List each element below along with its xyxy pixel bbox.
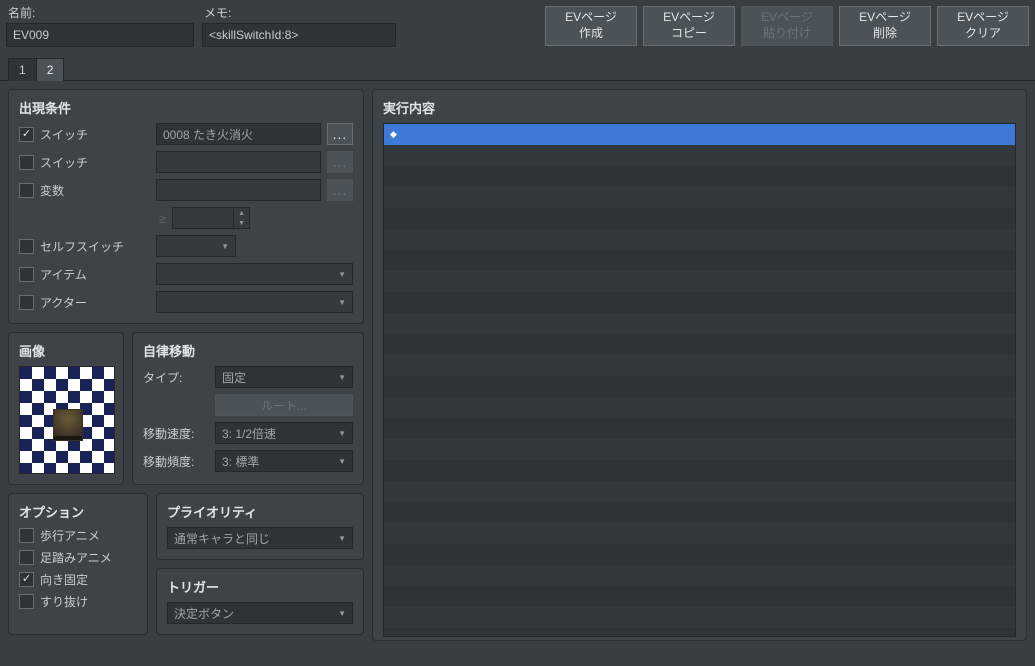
exec-row[interactable] (384, 334, 1015, 355)
walk-anim-checkbox[interactable] (19, 528, 34, 543)
trigger-title: トリガー (167, 577, 353, 596)
switch2-browse-button: ... (327, 151, 353, 173)
options-title: オプション (19, 502, 137, 521)
dir-fix-label: 向き固定 (40, 571, 88, 588)
variable-browse-button: ... (327, 179, 353, 201)
sprite-preview (53, 409, 83, 441)
move-speed-dropdown[interactable]: 3: 1/2倍速 (215, 422, 353, 444)
switch1-value[interactable]: 0008 たき火消火 (156, 123, 321, 145)
priority-dropdown[interactable]: 通常キャラと同じ (167, 527, 353, 549)
options-group: オプション 歩行アニメ 足踏みアニメ 向き固定 すり抜け (8, 493, 148, 635)
ev-page-create-button[interactable]: EVページ 作成 (545, 6, 637, 46)
exec-row[interactable] (384, 397, 1015, 418)
ev-page-paste-button: EVページ 貼り付け (741, 6, 833, 46)
walk-anim-label: 歩行アニメ (40, 527, 100, 544)
trigger-group: トリガー 決定ボタン (156, 568, 364, 635)
exec-row[interactable] (384, 376, 1015, 397)
exec-row[interactable]: ◆ (384, 124, 1015, 145)
trigger-dropdown[interactable]: 決定ボタン (167, 602, 353, 624)
autonomous-title: 自律移動 (143, 341, 353, 360)
priority-title: プライオリティ (167, 502, 353, 521)
autonomous-group: 自律移動 タイプ: 固定 ルート... 移動速度: 3: 1/2倍速 移動頻度:… (132, 332, 364, 485)
exec-row[interactable] (384, 187, 1015, 208)
spinner-up-icon: ▲ (234, 208, 249, 218)
step-anim-label: 足踏みアニメ (40, 549, 112, 566)
exec-row[interactable] (384, 145, 1015, 166)
tab-2[interactable]: 2 (36, 58, 65, 81)
exec-row[interactable] (384, 565, 1015, 586)
self-switch-dropdown (156, 235, 236, 257)
tab-1[interactable]: 1 (8, 58, 37, 81)
move-type-dropdown[interactable]: 固定 (215, 366, 353, 388)
item-checkbox[interactable] (19, 267, 34, 282)
item-label: アイテム (40, 266, 150, 283)
exec-row[interactable] (384, 607, 1015, 628)
exec-row[interactable] (384, 313, 1015, 334)
through-label: すり抜け (40, 593, 88, 610)
exec-row[interactable] (384, 208, 1015, 229)
image-group: 画像 (8, 332, 124, 485)
switch1-checkbox[interactable] (19, 127, 34, 142)
step-anim-checkbox[interactable] (19, 550, 34, 565)
actor-label: アクター (40, 294, 150, 311)
ev-page-clear-button[interactable]: EVページ クリア (937, 6, 1029, 46)
exec-row[interactable] (384, 481, 1015, 502)
move-freq-label: 移動頻度: (143, 453, 207, 470)
event-image-picker[interactable] (19, 366, 115, 474)
exec-row[interactable] (384, 460, 1015, 481)
image-title: 画像 (19, 341, 113, 360)
gte-label: ≥ (159, 211, 166, 226)
exec-row[interactable] (384, 292, 1015, 313)
switch2-value (156, 151, 321, 173)
variable-checkbox[interactable] (19, 183, 34, 198)
exec-row[interactable] (384, 439, 1015, 460)
variable-value (156, 179, 321, 201)
diamond-icon: ◆ (390, 129, 397, 140)
through-checkbox[interactable] (19, 594, 34, 609)
variable-label: 変数 (40, 182, 150, 199)
move-speed-label: 移動速度: (143, 425, 207, 442)
actor-dropdown (156, 291, 353, 313)
switch1-browse-button[interactable]: ... (327, 123, 353, 145)
self-switch-checkbox[interactable] (19, 239, 34, 254)
item-dropdown (156, 263, 353, 285)
dir-fix-checkbox[interactable] (19, 572, 34, 587)
switch2-checkbox[interactable] (19, 155, 34, 170)
switch1-label: スイッチ (40, 126, 150, 143)
exec-row[interactable] (384, 418, 1015, 439)
variable-gte-spinner: ▲ ▼ (172, 207, 250, 229)
exec-row[interactable] (384, 166, 1015, 187)
exec-title: 実行内容 (383, 98, 1016, 117)
memo-input[interactable] (202, 23, 396, 47)
exec-row[interactable] (384, 502, 1015, 523)
memo-label: メモ: (202, 4, 396, 21)
exec-group: 実行内容 ◆ (372, 89, 1027, 641)
exec-row[interactable] (384, 229, 1015, 250)
actor-checkbox[interactable] (19, 295, 34, 310)
move-type-label: タイプ: (143, 369, 207, 386)
exec-row[interactable] (384, 586, 1015, 607)
exec-row[interactable] (384, 523, 1015, 544)
ev-page-copy-button[interactable]: EVページ コピー (643, 6, 735, 46)
exec-row[interactable] (384, 544, 1015, 565)
move-freq-dropdown[interactable]: 3: 標準 (215, 450, 353, 472)
name-input[interactable] (6, 23, 194, 47)
ev-page-delete-button[interactable]: EVページ 削除 (839, 6, 931, 46)
name-label: 名前: (6, 4, 194, 21)
conditions-title: 出現条件 (19, 98, 353, 117)
priority-group: プライオリティ 通常キャラと同じ (156, 493, 364, 560)
self-switch-label: セルフスイッチ (40, 238, 150, 255)
exec-row[interactable] (384, 355, 1015, 376)
spinner-down-icon: ▼ (234, 218, 249, 228)
exec-row[interactable] (384, 250, 1015, 271)
exec-row[interactable] (384, 271, 1015, 292)
conditions-group: 出現条件 スイッチ 0008 たき火消火 ... スイッチ ... 変数 ... (8, 89, 364, 324)
exec-command-list[interactable]: ◆ (383, 123, 1016, 637)
route-button: ルート... (215, 394, 353, 416)
switch2-label: スイッチ (40, 154, 150, 171)
